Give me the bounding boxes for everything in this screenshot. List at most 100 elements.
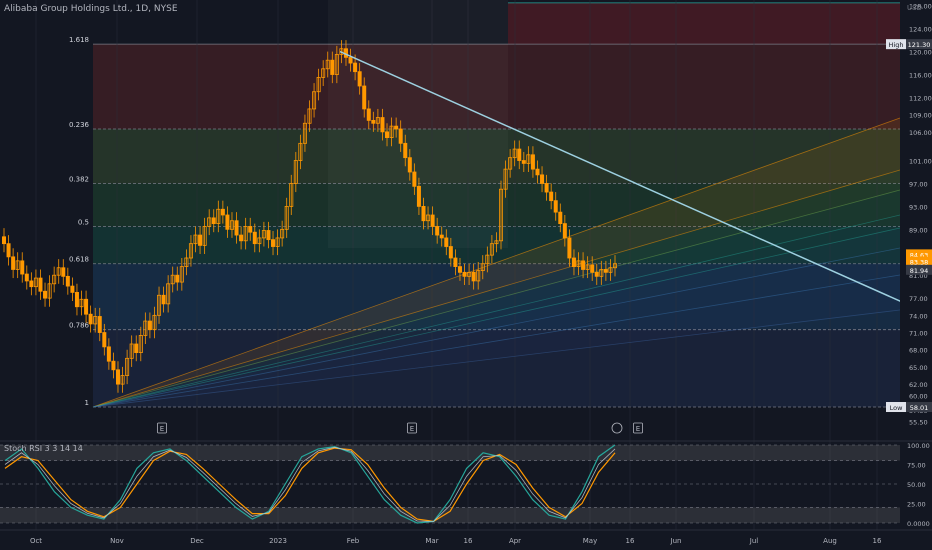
candle-body xyxy=(211,217,216,225)
stoch-tick-label: 25.00 xyxy=(907,501,926,509)
price-tick-label: 68.00 xyxy=(909,347,928,355)
candle-body xyxy=(2,236,7,245)
stoch-tick-label: 0.0000 xyxy=(907,520,930,528)
candle-body xyxy=(571,257,576,268)
candle-body xyxy=(421,205,426,222)
price-tick-label: 74.00 xyxy=(909,312,928,320)
candle-body xyxy=(74,291,79,308)
time-tick-label: Mar xyxy=(425,537,438,545)
candle-body xyxy=(457,266,462,273)
candle-body xyxy=(271,239,276,247)
candle-body xyxy=(266,230,271,241)
candle-body xyxy=(535,168,540,176)
candle-body xyxy=(553,200,558,213)
candle-body xyxy=(558,211,563,224)
candle-body xyxy=(24,273,29,282)
earnings-marker-letter: E xyxy=(636,425,640,433)
candle-body xyxy=(385,131,390,139)
candle-body xyxy=(448,246,453,259)
price-axis-bg xyxy=(900,0,932,440)
price-tick-label: 71.00 xyxy=(909,330,928,338)
fib-level-label: 0.618 xyxy=(69,256,89,264)
price-tag-value: 58.01 xyxy=(910,404,929,412)
candle-body xyxy=(115,369,120,385)
candle-body xyxy=(398,128,403,144)
candle-body xyxy=(567,237,572,259)
candle-body xyxy=(102,332,107,348)
time-tick-label: Nov xyxy=(110,537,124,545)
candle-body xyxy=(439,234,444,239)
highlight-box xyxy=(328,0,508,248)
time-tick-label: 16 xyxy=(626,537,635,545)
fib-level-label: 1.618 xyxy=(69,36,89,44)
candle-body xyxy=(444,237,449,247)
fib-level-label: 0.5 xyxy=(78,218,89,226)
time-tick-label: Apr xyxy=(509,537,521,545)
candle-body xyxy=(430,214,435,227)
candle-body xyxy=(603,269,608,273)
time-tick-label: Aug xyxy=(823,537,837,545)
candle-body xyxy=(435,226,440,236)
price-tick-label: 77.00 xyxy=(909,295,928,303)
candle-body xyxy=(220,208,225,216)
candle-body xyxy=(147,320,152,331)
price-tag-value: 81.94 xyxy=(910,267,929,275)
stoch-overbought-band xyxy=(0,445,900,461)
price-tick-label: 97.00 xyxy=(909,180,928,188)
price-tick-label: 62.00 xyxy=(909,381,928,389)
candle-body xyxy=(225,214,230,230)
price-tick-label: 101.00 xyxy=(909,158,932,166)
candle-body xyxy=(65,275,70,287)
candle-body xyxy=(6,243,11,258)
candle-body xyxy=(111,360,116,371)
candle-body xyxy=(88,313,93,325)
time-tick-label: 16 xyxy=(873,537,882,545)
stoch-oversold-band xyxy=(0,507,900,523)
price-tag-label: High xyxy=(889,41,904,49)
candle-body xyxy=(462,271,467,277)
candle-body xyxy=(234,220,239,236)
price-tag-value: 121.30 xyxy=(908,41,931,49)
candle-body xyxy=(581,260,586,270)
time-tick-label: Jun xyxy=(670,537,682,545)
time-tick-label: 2023 xyxy=(269,537,287,545)
stoch-tick-label: 75.00 xyxy=(907,462,926,470)
candle-body xyxy=(97,316,102,333)
candle-body xyxy=(239,234,244,242)
candle-body xyxy=(453,257,458,268)
price-chart[interactable]: 1.6180.2360.3820.50.6180.7861 128.00124.… xyxy=(0,0,932,550)
candle-body xyxy=(380,117,385,133)
price-tick-label: 65.00 xyxy=(909,364,928,372)
chart-title: Alibaba Group Holdings Ltd., 1D, NYSE xyxy=(4,4,178,14)
fib-zone-top xyxy=(508,2,900,45)
stoch-tick-label: 50.00 xyxy=(907,481,926,489)
candle-body xyxy=(353,62,358,73)
fib-level-label: 0.236 xyxy=(69,121,90,129)
time-tick-label: Jul xyxy=(749,537,759,545)
candle-body xyxy=(412,171,417,187)
candle-body xyxy=(70,285,75,293)
candle-body xyxy=(20,260,25,275)
candle-body xyxy=(38,277,43,292)
time-tick-label: Feb xyxy=(347,537,360,545)
candle-body xyxy=(61,267,66,277)
candle-body xyxy=(43,290,48,299)
candle-body xyxy=(416,185,421,207)
candle-body xyxy=(106,346,111,362)
time-tick-label: Oct xyxy=(30,537,42,545)
candle-body xyxy=(11,256,16,270)
candle-body xyxy=(366,108,371,121)
candle-body xyxy=(29,280,34,288)
candle-body xyxy=(330,59,335,75)
price-tick-label: 60.00 xyxy=(909,393,928,401)
earnings-marker-letter: E xyxy=(160,425,164,433)
fib-level-label: 0.382 xyxy=(69,175,89,183)
candle-body xyxy=(348,56,353,64)
candle-body xyxy=(544,183,549,193)
price-tick-label: 55.50 xyxy=(909,418,928,426)
price-tick-label: 124.00 xyxy=(909,26,932,34)
candle-body xyxy=(530,154,535,170)
candle-body xyxy=(357,71,362,87)
candle-body xyxy=(248,226,253,233)
time-tick-label: 16 xyxy=(464,537,473,545)
